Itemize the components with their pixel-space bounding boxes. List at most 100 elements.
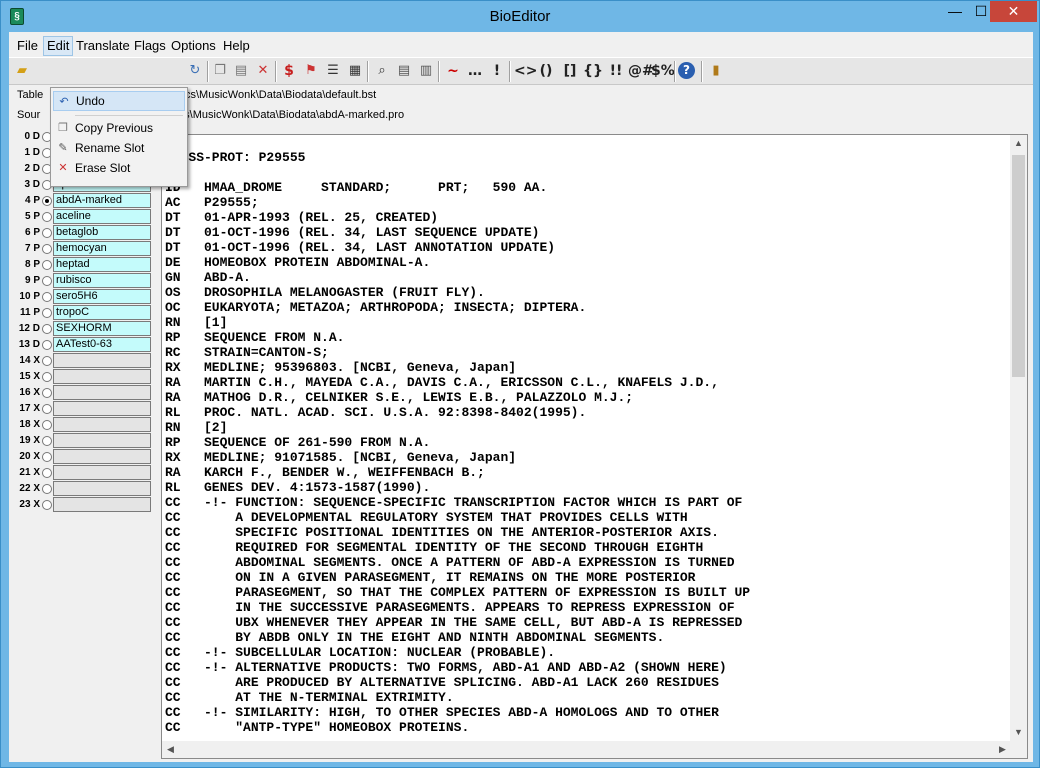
slot-row[interactable]: 8 P heptad — [9, 257, 159, 273]
slot-name-field[interactable]: tropoC — [53, 305, 151, 320]
menu-file[interactable]: File — [14, 36, 41, 56]
menu-flags[interactable]: Flags — [131, 36, 169, 56]
at-hash-button[interactable]: @# — [628, 61, 654, 81]
slot-name-field[interactable] — [53, 465, 151, 480]
slot-name-field[interactable] — [53, 353, 151, 368]
slot-row[interactable]: 13 D AATest0-63 — [9, 337, 159, 353]
slot-row[interactable]: 17 X — [9, 401, 159, 417]
tilde-button[interactable]: ~ — [443, 61, 463, 81]
slot-row[interactable]: 18 X — [9, 417, 159, 433]
slot-radio[interactable] — [42, 500, 52, 510]
erase-icon[interactable]: ✕ — [253, 61, 273, 81]
slot-radio[interactable] — [42, 340, 52, 350]
slot-row[interactable]: 12 D SEXHORM — [9, 321, 159, 337]
list-icon[interactable]: ☰ — [323, 61, 343, 81]
slot-name-field[interactable]: sero5H6 — [53, 289, 151, 304]
paste-icon[interactable]: ▤ — [231, 61, 251, 81]
square-brackets-button[interactable]: [] — [560, 61, 580, 81]
slot-radio[interactable] — [42, 468, 52, 478]
curly-braces-button[interactable]: {} — [583, 61, 603, 81]
menu-help[interactable]: Help — [220, 36, 253, 56]
dots-button[interactable]: … — [465, 61, 485, 81]
slot-row[interactable]: 4 P abdA-marked — [9, 193, 159, 209]
menu-edit[interactable]: Edit — [43, 36, 74, 56]
slot-radio[interactable] — [42, 228, 52, 238]
horizontal-scrollbar[interactable]: ◀ ▶ — [162, 741, 1011, 758]
scroll-right-icon[interactable]: ▶ — [994, 741, 1011, 758]
dollar-tool-icon[interactable]: $ — [279, 61, 299, 81]
slot-radio[interactable] — [42, 324, 52, 334]
slot-radio[interactable] — [42, 404, 52, 414]
menu-options[interactable]: Options — [168, 36, 219, 56]
slot-radio[interactable] — [42, 420, 52, 430]
scroll-down-icon[interactable]: ▼ — [1010, 724, 1027, 741]
exit-door-icon[interactable]: ▮ — [706, 61, 726, 81]
vertical-scrollbar[interactable]: ▲ ▼ — [1010, 135, 1027, 741]
slot-radio[interactable] — [42, 244, 52, 254]
scroll-left-icon[interactable]: ◀ — [162, 741, 179, 758]
slot-row[interactable]: 20 X — [9, 449, 159, 465]
slot-name-field[interactable]: abdA-marked — [53, 193, 151, 208]
slot-name-field[interactable]: aceline — [53, 209, 151, 224]
document-icon[interactable]: ▤ — [394, 61, 414, 81]
slot-name-field[interactable] — [53, 481, 151, 496]
flag-icon[interactable]: ⚑ — [301, 61, 321, 81]
close-button[interactable]: ✕ — [990, 1, 1037, 22]
title-bar[interactable]: § BioEditor — ☐ ✕ — [1, 1, 1039, 32]
slot-name-field[interactable] — [53, 417, 151, 432]
slot-row[interactable]: 11 P tropoC — [9, 305, 159, 321]
dollar-percent-button[interactable]: $% — [651, 61, 675, 81]
slot-name-field[interactable] — [53, 401, 151, 416]
help-icon[interactable]: ? — [678, 62, 695, 79]
menu-item-erase-slot[interactable]: ✕ Erase Slot — [53, 158, 185, 178]
slot-row[interactable]: 14 X — [9, 353, 159, 369]
slot-row[interactable]: 22 X — [9, 481, 159, 497]
slot-row[interactable]: 21 X — [9, 465, 159, 481]
binoculars-icon[interactable]: ⌕ — [372, 61, 392, 81]
sequence-editor[interactable]: SWISS-PROT: P29555 ID HMAA_DROME STANDARD… — [161, 134, 1028, 759]
slot-radio[interactable] — [42, 276, 52, 286]
slot-radio[interactable] — [42, 260, 52, 270]
double-exclaim-button[interactable]: !! — [606, 61, 626, 81]
grid-icon[interactable]: ▦ — [345, 61, 365, 81]
slot-row[interactable]: 5 P aceline — [9, 209, 159, 225]
slot-name-field[interactable] — [53, 433, 151, 448]
slot-radio[interactable] — [42, 484, 52, 494]
slot-radio[interactable] — [42, 356, 52, 366]
slot-radio[interactable] — [42, 436, 52, 446]
slot-name-field[interactable] — [53, 449, 151, 464]
menu-translate[interactable]: Translate — [73, 36, 133, 56]
vertical-scroll-thumb[interactable] — [1012, 155, 1025, 377]
open-folder-icon[interactable]: ▰ — [12, 61, 32, 81]
slot-radio[interactable] — [42, 452, 52, 462]
scroll-up-icon[interactable]: ▲ — [1010, 135, 1027, 152]
slot-row[interactable]: 15 X — [9, 369, 159, 385]
parentheses-button[interactable]: () — [536, 61, 556, 81]
slot-radio[interactable] — [42, 292, 52, 302]
editor-text[interactable]: SWISS-PROT: P29555 ID HMAA_DROME STANDARD… — [165, 150, 1010, 735]
angle-brackets-button[interactable]: <> — [514, 61, 537, 81]
slot-name-field[interactable]: hemocyan — [53, 241, 151, 256]
slot-radio[interactable] — [42, 196, 52, 206]
slot-row[interactable]: 19 X — [9, 433, 159, 449]
slot-row[interactable]: 16 X — [9, 385, 159, 401]
menu-item-rename-slot[interactable]: ✎ Rename Slot — [53, 138, 185, 158]
slot-row[interactable]: 23 X — [9, 497, 159, 513]
menu-item-copy-previous[interactable]: ❐ Copy Previous — [53, 118, 185, 138]
slot-name-field[interactable]: AATest0-63 — [53, 337, 151, 352]
slot-radio[interactable] — [42, 388, 52, 398]
slot-row[interactable]: 10 P sero5H6 — [9, 289, 159, 305]
trash-icon[interactable]: ▥ — [416, 61, 436, 81]
slot-row[interactable]: 6 P betaglob — [9, 225, 159, 241]
slot-row[interactable]: 7 P hemocyan — [9, 241, 159, 257]
slot-name-field[interactable] — [53, 497, 151, 512]
slot-radio[interactable] — [42, 308, 52, 318]
copy-icon[interactable]: ❐ — [210, 61, 230, 81]
slot-name-field[interactable]: betaglob — [53, 225, 151, 240]
exclaim-button[interactable]: ! — [487, 61, 507, 81]
minimize-button[interactable]: — — [941, 1, 969, 22]
slot-name-field[interactable]: heptad — [53, 257, 151, 272]
redo-icon[interactable]: ↻ — [185, 61, 205, 81]
slot-name-field[interactable] — [53, 369, 151, 384]
slot-radio[interactable] — [42, 372, 52, 382]
